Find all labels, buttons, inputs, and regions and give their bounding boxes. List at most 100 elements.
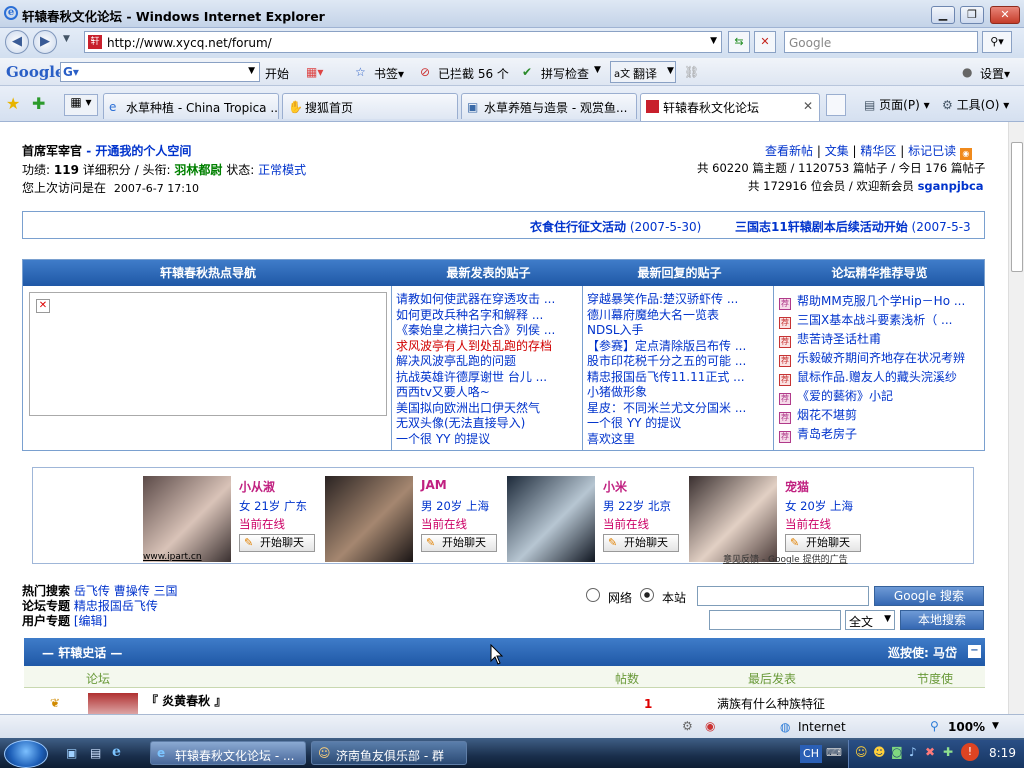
taskbar-item-ie[interactable]: e 轩辕春秋文化论坛 - ... — [150, 741, 306, 765]
search-icon[interactable]: ⚲▾ — [982, 31, 1012, 53]
radio-web[interactable] — [586, 588, 600, 602]
list-item[interactable]: 请教如何使武器在穿透攻击 ... — [396, 292, 580, 308]
featured-item[interactable]: 荐悲苦诗圣话杜甫 — [779, 330, 983, 349]
announcement-1[interactable]: 衣食住行征文活动 (2007-5-30) — [530, 218, 701, 235]
vertical-scrollbar[interactable] — [1008, 122, 1024, 714]
tab-china-tropica[interactable]: e 水草种植 - China Tropica ... — [103, 93, 279, 119]
topic-link[interactable]: 精忠报国岳飞传 — [74, 599, 158, 613]
refresh-icon[interactable]: ⇆ — [728, 31, 750, 53]
profile-card[interactable]: JAM 男 20岁 上海 当前在线 开始聊天 — [325, 476, 505, 566]
list-item[interactable]: 美国拟向欧洲出口伊天然气 — [396, 401, 580, 417]
new-posts-link[interactable]: 查看新帖 — [765, 144, 813, 158]
taskbar-item-qq[interactable]: ☺ 济南鱼友俱乐部 - 群 — [311, 741, 467, 765]
zoom-level[interactable]: 100% — [948, 720, 985, 734]
list-item[interactable]: 小猪做形象 — [587, 385, 771, 401]
list-item[interactable]: NDSL入手 — [587, 323, 771, 339]
antivirus-icon[interactable]: ✚ — [943, 745, 953, 759]
keyboard-icon[interactable]: ⌨ — [826, 746, 842, 759]
featured-item[interactable]: 荐帮助MM克服几个学Hip－Ho ... — [779, 292, 983, 311]
featured-item[interactable]: 荐《爱的藝術》小記 — [779, 387, 983, 406]
google-search-input[interactable] — [697, 586, 869, 606]
profile-photo[interactable] — [325, 476, 413, 562]
tab-sohu[interactable]: ✋ 搜狐首页 — [282, 93, 458, 119]
bookmarks-button[interactable]: 书签▾ — [374, 65, 404, 82]
close-button[interactable]: ✕ — [990, 6, 1020, 24]
profile-name[interactable]: 宠猫 — [785, 478, 809, 495]
network-icon[interactable]: ◙ — [891, 745, 903, 759]
zoom-dropdown-icon[interactable]: ▼ — [992, 721, 999, 731]
collapse-icon[interactable]: − — [968, 645, 981, 658]
local-search-button[interactable]: 本地搜索 — [900, 610, 984, 630]
digest-link[interactable]: 精华区 — [860, 144, 896, 158]
start-chat-button[interactable]: 开始聊天 — [603, 534, 679, 552]
announcement-2[interactable]: 三国志11轩辕剧本后续活动开始 (2007-5-3 — [735, 218, 971, 235]
profile-name[interactable]: 小米 — [603, 478, 627, 495]
list-item[interactable]: 穿越暴笑作品:楚汉骄虾传 ... — [587, 292, 771, 308]
hot-image-placeholder[interactable]: ✕ — [29, 292, 387, 416]
start-button[interactable] — [4, 740, 48, 768]
hot-search-link[interactable]: 岳飞传 — [74, 584, 110, 598]
qq-tray-icon[interactable]: ☺ — [855, 745, 868, 759]
list-item[interactable]: 无双头像(无法直接导入) — [396, 416, 580, 432]
profile-name[interactable]: JAM — [421, 478, 447, 492]
maximize-button[interactable]: ❐ — [960, 6, 984, 24]
link-icon[interactable]: ⛓ — [684, 65, 699, 79]
address-field[interactable]: 轩 http://www.xycq.net/forum/ ▼ — [84, 31, 722, 53]
spellcheck-button[interactable]: 拼写检查 — [541, 65, 589, 82]
forum-thumbnail[interactable] — [88, 693, 138, 714]
list-item[interactable]: 德川幕府魔绝大名一览表 — [587, 308, 771, 324]
mark-read-link[interactable]: 标记已读 — [908, 144, 956, 158]
list-item[interactable]: 解决风波亭乱跑的问题 — [396, 354, 580, 370]
window-title-bar[interactable]: e 轩辕春秋文化论坛 - Windows Internet Explorer ▁… — [0, 0, 1024, 28]
history-dropdown-icon[interactable]: ▼ — [63, 34, 70, 44]
list-item[interactable]: 【参赛】定点清除版吕布传 ... — [587, 339, 771, 355]
security-tray-icon[interactable]: ✖ — [925, 745, 935, 759]
translate-dropdown-icon[interactable]: ▼ — [667, 66, 674, 76]
hot-search-link[interactable]: 三国 — [154, 584, 178, 598]
new-member-link[interactable]: sganpjbca — [918, 179, 984, 193]
tab-aquascape[interactable]: ▣ 水草养殖与造景 - 观赏鱼... — [461, 93, 637, 119]
zoom-icon[interactable]: ⚲ — [930, 719, 939, 733]
featured-item[interactable]: 荐青岛老房子 — [779, 425, 983, 444]
scrollbar-thumb[interactable] — [1011, 142, 1023, 272]
list-item[interactable]: 一个很 YY 的提议 — [396, 432, 580, 448]
list-item[interactable]: 西西tv又要人咯~ — [396, 385, 580, 401]
spellcheck-dropdown-icon[interactable]: ▼ — [594, 65, 601, 75]
space-link[interactable]: - 开通我的个人空间 — [86, 144, 191, 158]
user-topic-edit-link[interactable]: [编辑] — [74, 614, 107, 628]
ie-quicklaunch-icon[interactable]: e — [112, 744, 121, 760]
google-ad-feedback-link[interactable]: 意见反馈 - Google 提供的广告 — [723, 552, 848, 565]
switch-windows-icon[interactable]: ▤ — [90, 746, 101, 760]
google-go-button[interactable]: 开始 — [265, 65, 289, 82]
list-item[interactable]: 求风波亭有人到处乱跑的存档 — [396, 339, 580, 355]
volume-icon[interactable]: ♪ — [909, 745, 917, 759]
minimize-button[interactable]: ▁ — [931, 6, 955, 24]
forward-button[interactable]: ▶ — [33, 30, 57, 54]
collections-link[interactable]: 文集 — [825, 144, 849, 158]
google-toolbar-search[interactable]: G▾ ▼ — [60, 62, 260, 82]
hot-search-link[interactable]: 曹操传 — [114, 584, 150, 598]
table-row[interactable]: ❦ 『 炎黄春秋 』 1 满族有什么种族特征 — [24, 688, 985, 714]
list-item[interactable]: 一个很 YY 的提议 — [587, 416, 771, 432]
back-button[interactable]: ◀ — [5, 30, 29, 54]
tools-menu[interactable]: ⚙ 工具(O) ▾ — [942, 96, 1009, 113]
last-post-title[interactable]: 满族有什么种族特征 — [717, 695, 825, 712]
profile-photo[interactable] — [143, 476, 231, 562]
radio-site[interactable] — [640, 588, 654, 602]
popup-blocked-count[interactable]: 已拦截 56 个 — [438, 65, 509, 82]
alert-icon[interactable]: ! — [961, 743, 979, 761]
show-desktop-icon[interactable]: ▣ — [66, 746, 77, 760]
translate-button[interactable]: a文 翻译 ▼ — [610, 61, 676, 83]
detail-points-link[interactable]: 详细积分 — [83, 163, 131, 177]
profile-card[interactable]: 小米 男 22岁 北京 当前在线 开始聊天 — [507, 476, 687, 566]
local-search-input[interactable] — [709, 610, 841, 630]
dropdown-icon[interactable]: ▼ — [248, 66, 255, 76]
featured-item[interactable]: 荐乐毅破齐期间齐地存在状况考辨 — [779, 349, 983, 368]
search-scope-select[interactable]: 全文 ▼ — [845, 610, 895, 630]
qq-tray-icon-2[interactable]: ☻ — [873, 745, 886, 759]
address-dropdown-icon[interactable]: ▼ — [710, 36, 717, 46]
settings-button[interactable]: 设置▾ — [980, 65, 1010, 82]
profile-name[interactable]: 小从淑 — [239, 478, 275, 495]
new-tab-button[interactable] — [826, 94, 846, 116]
profile-photo[interactable] — [507, 476, 595, 562]
